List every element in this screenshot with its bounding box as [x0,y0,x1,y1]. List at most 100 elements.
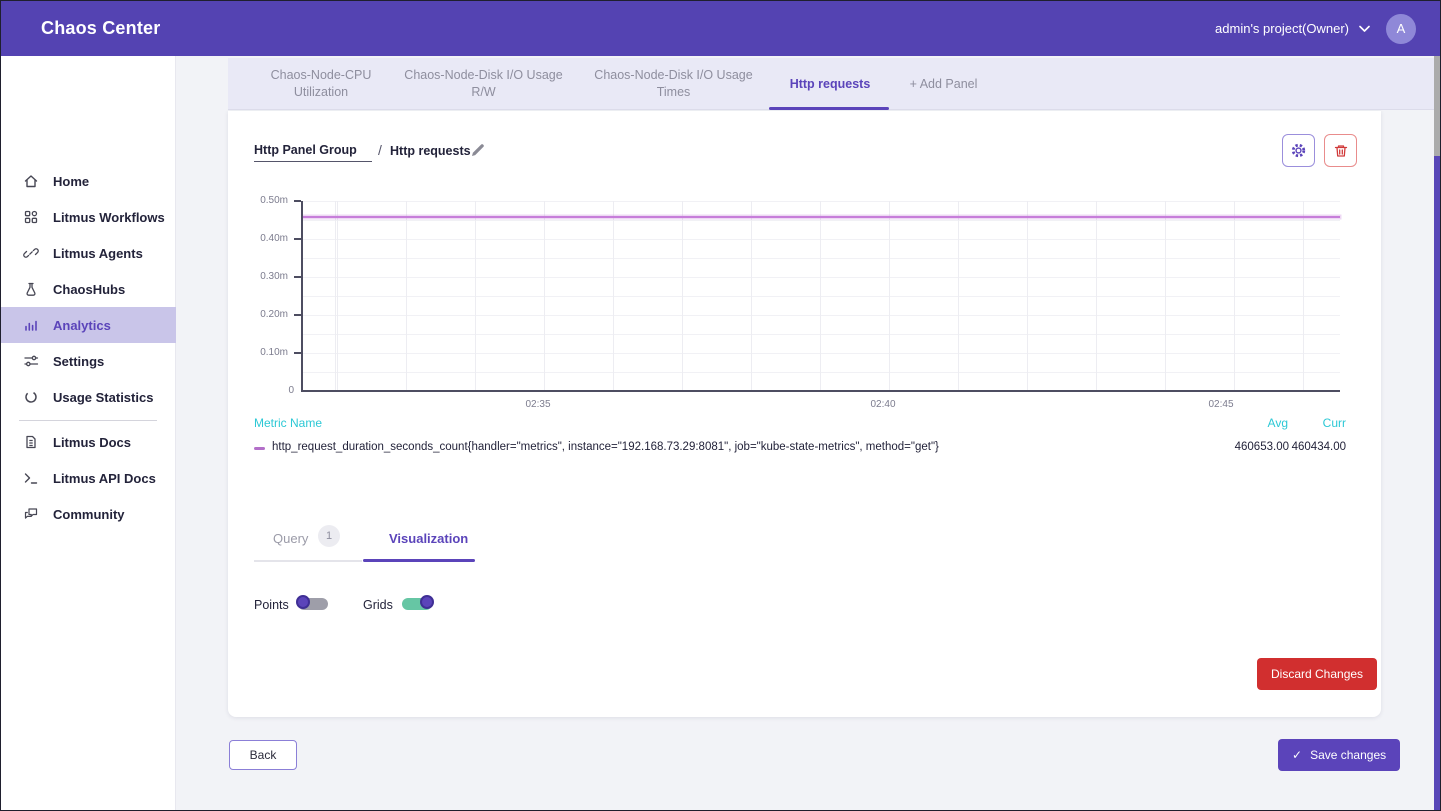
points-toggle-label: Points [254,598,289,612]
project-switcher[interactable]: admin's project(Owner) [1215,21,1370,36]
panel-name: Http requests [390,144,471,158]
y-tick-mark [294,200,301,202]
panel-editor-card: / Http requests 0.50m 0.40m 0.30m 0.20m … [228,111,1381,717]
bar-chart-icon [23,317,39,333]
ring-icon [23,389,39,405]
sidebar-item-chaoshubs[interactable]: ChaosHubs [1,271,176,307]
edit-panel-name-button[interactable] [468,141,488,161]
toggle-thumb [420,595,434,609]
legend-metric-text: http_request_duration_seconds_count{hand… [272,441,939,453]
y-tick-mark [294,314,301,316]
chat-bubbles-icon [23,506,39,522]
sidebar-item-label: Home [53,174,89,189]
sidebar-item-label: Analytics [53,318,111,333]
discard-changes-button[interactable]: Discard Changes [1257,658,1377,690]
pencil-icon [470,142,486,158]
panel-tabstrip: Chaos-Node-CPU Utilization Chaos-Node-Di… [228,58,1434,110]
tab-http-requests[interactable]: Http requests [771,58,889,110]
app-title: Chaos Center [41,18,160,39]
y-tick-mark [294,238,301,240]
legend-metric-name-header: Metric Name [254,416,322,430]
project-switcher-label: admin's project(Owner) [1215,21,1349,36]
sidebar-item-settings[interactable]: Settings [1,343,176,379]
tab-chaos-node-disk-io-usage-rw[interactable]: Chaos-Node-Disk I/O Usage R/W [401,58,566,110]
sidebar-item-label: Community [53,507,125,522]
y-tick-label: 0.50m [228,195,288,206]
grids-toggle-label: Grids [363,598,393,612]
panel-settings-button[interactable] [1282,134,1315,167]
tab-add-panel[interactable]: + Add Panel [901,58,986,110]
home-icon [23,173,39,189]
sidebar-item-home[interactable]: Home [1,163,176,199]
sidebar-item-label: ChaosHubs [53,282,125,297]
back-button[interactable]: Back [229,740,297,770]
toggle-thumb [296,595,310,609]
avatar[interactable]: A [1386,14,1416,44]
terminal-icon [23,470,39,486]
trash-icon [1333,143,1349,159]
x-tick-label: 02:35 [516,399,560,410]
y-tick-mark [294,352,301,354]
y-tick-label: 0.20m [228,309,288,320]
legend-avg-value: 460653.00 [1235,441,1289,453]
save-changes-label: Save changes [1310,748,1386,762]
sidebar-item-label: Usage Statistics [53,390,153,405]
y-tick-label: 0 [234,385,294,396]
delete-panel-button[interactable] [1324,134,1357,167]
active-tab-indicator [769,107,889,110]
y-tick-label: 0.30m [228,271,288,282]
query-count-badge: 1 [318,525,340,547]
chaos-center-app: Chaos Center admin's project(Owner) A Ho… [0,0,1441,811]
x-tick-label: 02:45 [1199,399,1243,410]
flask-icon [23,281,39,297]
vertical-scrollbar[interactable] [1434,56,1441,811]
breadcrumb-separator: / [378,142,382,158]
sidebar-item-usage-statistics[interactable]: Usage Statistics [1,379,176,415]
sidebar-item-litmus-docs[interactable]: Litmus Docs [1,424,176,460]
x-tick-label: 02:40 [861,399,905,410]
legend-curr-header: Curr [1323,416,1346,430]
save-changes-button[interactable]: ✓ Save changes [1278,739,1400,771]
legend-curr-value: 460434.00 [1292,441,1346,453]
grids-toggle[interactable] [400,594,434,614]
x-axis-line [301,390,1340,392]
y-axis-line [301,201,303,392]
y-tick-mark [294,276,301,278]
sidebar-item-litmus-api-docs[interactable]: Litmus API Docs [1,460,176,496]
sidebar-item-label: Litmus API Docs [53,471,156,486]
scrollbar-thumb[interactable] [1434,156,1441,811]
sidebar-item-label: Litmus Workflows [53,210,165,225]
workflows-icon [23,209,39,225]
tab-visualization[interactable]: Visualization [389,531,468,546]
app-header: Chaos Center admin's project(Owner) A [1,1,1441,56]
tab-query[interactable]: Query [273,531,308,546]
sidebar-divider [19,420,157,421]
sidebar-item-litmus-agents[interactable]: Litmus Agents [1,235,176,271]
scrollbar-track-segment [1434,56,1441,156]
points-toggle[interactable] [296,594,330,614]
tab-chaos-node-cpu-utilization[interactable]: Chaos-Node-CPU Utilization [246,58,396,110]
chevron-down-icon [1359,21,1370,36]
panel-group-name-input[interactable] [254,141,372,162]
sidebar-item-label: Settings [53,354,104,369]
y-tick-label: 0.10m [228,347,288,358]
sidebar-item-analytics[interactable]: Analytics [1,307,176,343]
visualization-tab-indicator [363,559,475,562]
legend-avg-header: Avg [1268,416,1288,430]
link-icon [23,245,39,261]
tab-chaos-node-disk-io-usage-times[interactable]: Chaos-Node-Disk I/O Usage Times [591,58,756,110]
y-tick-label: 0.40m [228,233,288,244]
sidebar-item-litmus-workflows[interactable]: Litmus Workflows [1,199,176,235]
check-icon: ✓ [1292,748,1302,762]
series-color-swatch [254,447,265,450]
gear-icon [1290,142,1307,159]
document-icon [23,434,39,450]
sidebar: Home Litmus Workflows Litmus Agents Chao… [1,56,176,811]
series-line [303,216,1340,218]
sliders-icon [23,353,39,369]
tab-track [254,560,362,562]
sidebar-item-label: Litmus Agents [53,246,143,261]
sidebar-item-community[interactable]: Community [1,496,176,532]
sidebar-item-label: Litmus Docs [53,435,131,450]
chart-plot-area[interactable] [303,201,1340,391]
